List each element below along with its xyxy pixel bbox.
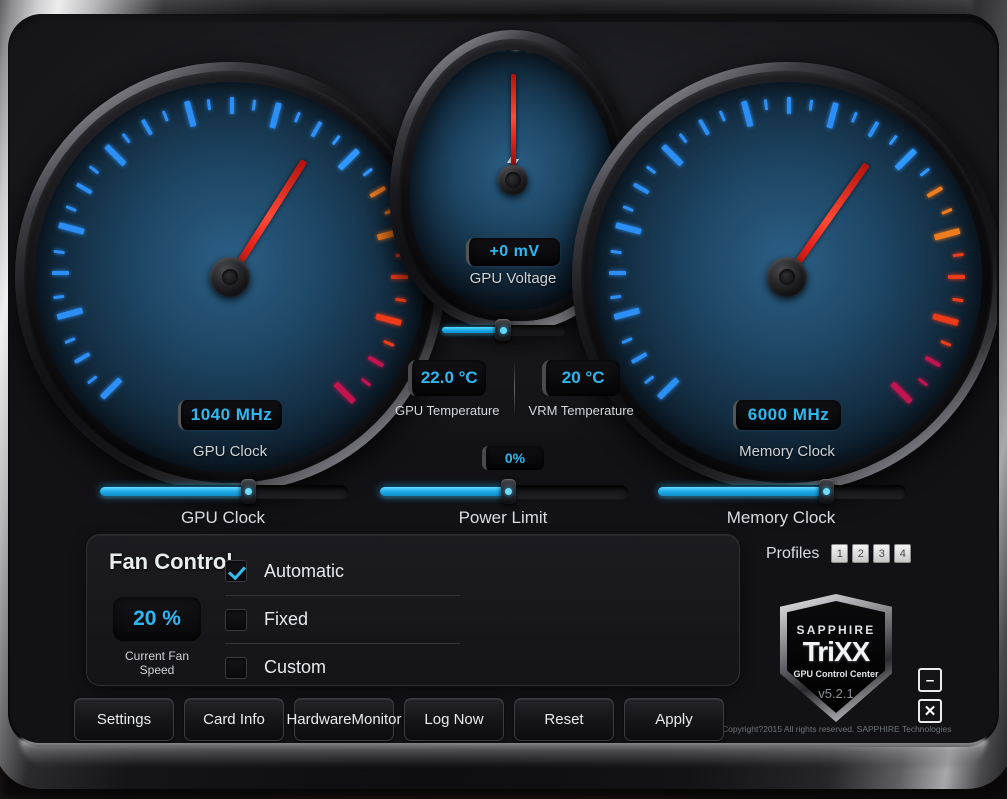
gpu-voltage-gauge-label: GPU Voltage bbox=[469, 270, 557, 287]
logo-product-text: TriXX bbox=[802, 636, 871, 667]
action-button-row: Settings Card Info Hardware Monitor Log N… bbox=[74, 698, 734, 741]
button-line: Monitor bbox=[351, 710, 402, 728]
gpu-temperature-label: GPU Temperature bbox=[395, 403, 500, 418]
profile-button-1[interactable]: 1 bbox=[831, 544, 849, 563]
log-now-button[interactable]: Log Now bbox=[404, 698, 504, 741]
checkbox-custom-icon[interactable] bbox=[225, 656, 247, 679]
gpu-clock-slider-label: GPU Clock bbox=[180, 508, 266, 527]
memory-clock-slider-label: Memory Clock bbox=[726, 508, 836, 527]
fan-mode-automatic-label: Automatic bbox=[264, 560, 345, 581]
temperature-divider bbox=[513, 360, 515, 418]
temperature-group: 22.0 °C GPU Temperature 20 °C VRM Temper… bbox=[395, 360, 634, 418]
vrm-temperature-label: VRM Temperature bbox=[528, 403, 634, 418]
gauge-hub bbox=[767, 257, 807, 297]
slider-fill bbox=[100, 487, 246, 496]
slider-knob[interactable] bbox=[818, 479, 834, 504]
apply-button[interactable]: Apply bbox=[624, 698, 724, 741]
memory-clock-readout: 6000 MHz bbox=[733, 400, 841, 430]
profiles-label: Profiles bbox=[766, 544, 820, 562]
minimize-button[interactable]: – bbox=[918, 668, 942, 692]
logo-version-text: v5.2.1 bbox=[818, 686, 854, 701]
memory-clock-slider-group: Memory Clock bbox=[656, 479, 906, 528]
logo-inner: SAPPHIRE TriXX GPU Control Center v5.2.1 bbox=[787, 601, 885, 713]
button-line: Hardware bbox=[286, 710, 352, 728]
current-fan-speed-value: 20 % bbox=[113, 597, 201, 641]
settings-button[interactable]: Settings bbox=[74, 698, 174, 741]
checkbox-fixed-icon[interactable] bbox=[225, 608, 247, 631]
gpu-temperature: 22.0 °C GPU Temperature bbox=[395, 360, 500, 418]
minimize-icon: – bbox=[925, 671, 935, 689]
gpu-voltage-slider[interactable] bbox=[440, 319, 566, 341]
gpu-clock-gauge[interactable]: 1040 MHz GPU Clock bbox=[15, 62, 445, 492]
gpu-clock-slider[interactable] bbox=[98, 479, 348, 504]
slider-fill bbox=[442, 327, 501, 333]
fan-mode-fixed[interactable]: Fixed bbox=[225, 595, 460, 643]
power-limit-badge: 0% bbox=[482, 446, 544, 470]
profile-button-2[interactable]: 2 bbox=[852, 544, 870, 563]
gauge-hub bbox=[210, 257, 250, 297]
trixx-window: AMD 1040 MHz GPU Clock +0 mV GPU Voltage… bbox=[0, 0, 1007, 799]
gpu-temperature-value: 22.0 °C bbox=[408, 360, 487, 396]
amd-watermark: AMD bbox=[884, 742, 995, 794]
fan-mode-automatic[interactable]: Automatic bbox=[225, 547, 460, 595]
memory-clock-gauge[interactable]: 6000 MHz Memory Clock bbox=[572, 62, 997, 492]
main-panel: 1040 MHz GPU Clock +0 mV GPU Voltage 600… bbox=[10, 22, 997, 743]
gpu-clock-slider-group: GPU Clock bbox=[98, 479, 348, 528]
logo-brand-text: SAPPHIRE bbox=[796, 623, 876, 637]
gpu-clock-readout: 1040 MHz bbox=[178, 400, 282, 430]
slider-knob[interactable] bbox=[240, 479, 256, 504]
close-button[interactable]: ✕ bbox=[918, 699, 942, 723]
power-limit-slider[interactable] bbox=[378, 479, 628, 504]
hardware-monitor-button[interactable]: Hardware Monitor bbox=[286, 698, 402, 741]
current-fan-speed-label: Current Fan Speed bbox=[124, 649, 190, 677]
gauge-hub bbox=[498, 165, 528, 195]
close-icon: ✕ bbox=[923, 702, 937, 720]
gpu-voltage-readout: +0 mV bbox=[466, 238, 560, 266]
fan-mode-list: Automatic Fixed Custom bbox=[225, 547, 460, 691]
fan-mode-custom-label: Custom bbox=[264, 657, 327, 677]
slider-fill bbox=[380, 487, 506, 496]
reset-button[interactable]: Reset bbox=[514, 698, 614, 741]
profile-button-4[interactable]: 4 bbox=[894, 544, 912, 563]
card-info-button[interactable]: Card Info bbox=[184, 698, 284, 741]
power-limit-slider-group: Power Limit bbox=[378, 479, 628, 528]
vrm-temperature: 20 °C VRM Temperature bbox=[529, 360, 634, 418]
fan-mode-fixed-label: Fixed bbox=[264, 609, 309, 629]
fan-control-panel: Fan Control 20 % Current Fan Speed Autom… bbox=[86, 534, 740, 686]
memory-clock-slider[interactable] bbox=[656, 479, 906, 504]
power-limit-slider-label: Power Limit bbox=[458, 508, 548, 527]
logo-subtitle-text: GPU Control Center bbox=[793, 669, 879, 679]
slider-knob[interactable] bbox=[495, 319, 511, 341]
vrm-temperature-value: 20 °C bbox=[542, 360, 621, 396]
slider-knob[interactable] bbox=[500, 479, 516, 504]
profile-button-3[interactable]: 3 bbox=[873, 544, 891, 563]
copyright-text: Copyright?2015 All rights reserved. SAPP… bbox=[722, 724, 952, 734]
fan-mode-custom[interactable]: Custom bbox=[225, 643, 460, 691]
memory-clock-gauge-label: Memory Clock bbox=[739, 443, 835, 460]
slider-fill bbox=[658, 487, 824, 496]
sapphire-trixx-logo: SAPPHIRE TriXX GPU Control Center v5.2.1 bbox=[780, 594, 892, 722]
gpu-clock-gauge-label: GPU Clock bbox=[192, 443, 268, 460]
fan-control-title: Fan Control bbox=[109, 549, 233, 574]
profiles-group: Profiles 1 2 3 4 bbox=[766, 544, 915, 563]
checkbox-automatic-icon[interactable] bbox=[225, 560, 247, 582]
